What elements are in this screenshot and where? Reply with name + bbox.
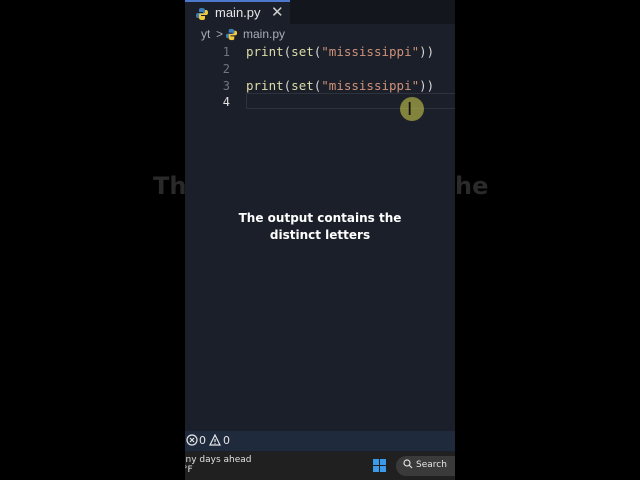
line-number: 3: [222, 79, 230, 93]
warning-triangle-icon[interactable]: [209, 433, 221, 449]
caption-line-2: distinct letters: [269, 228, 371, 242]
ghost-text-right: he: [455, 172, 489, 200]
line-number-active: 4: [222, 95, 230, 109]
python-icon: [195, 6, 209, 25]
search-icon: [403, 458, 413, 473]
weather-widget[interactable]: iny days ahead °F: [185, 455, 251, 475]
error-circle-icon[interactable]: [186, 434, 198, 449]
search-label: Search: [416, 460, 447, 470]
ibeam-cursor-icon: I: [407, 99, 413, 120]
breadcrumb-folder[interactable]: yt: [201, 27, 210, 41]
code-token-function: print: [246, 78, 284, 93]
breadcrumb-file[interactable]: main.py: [243, 27, 285, 41]
tab-main-py[interactable]: main.py ✕: [185, 0, 290, 24]
windows-logo-icon[interactable]: [373, 459, 387, 473]
tab-filename: main.py: [215, 5, 261, 20]
video-caption: The output contains the distinct letters: [185, 210, 455, 244]
weather-temperature: °F: [185, 465, 193, 475]
line-number: 2: [222, 62, 230, 76]
status-bar: 0 0: [185, 431, 455, 451]
code-line-1[interactable]: print(set("mississippi")): [246, 44, 434, 59]
close-icon[interactable]: ✕: [271, 3, 284, 21]
code-token-string: "mississippi": [321, 44, 420, 59]
ghost-text-left: Th: [153, 172, 187, 200]
code-token-function: print: [246, 44, 284, 59]
code-token-function: set: [291, 78, 314, 93]
weather-text: iny days ahead: [185, 455, 252, 465]
editor-screen: main.py ✕ yt > main.py 1 2 3 4 print(set…: [185, 0, 455, 480]
caption-line-1: The output contains the: [238, 211, 402, 225]
editor-tab-bar: main.py ✕: [185, 0, 455, 24]
python-icon: [225, 28, 238, 44]
code-token-function: set: [291, 44, 314, 59]
code-token-string: "mississippi": [321, 78, 420, 93]
code-token-paren: )): [419, 44, 435, 59]
code-line-3[interactable]: print(set("mississippi")): [246, 78, 434, 93]
line-number: 1: [222, 45, 230, 59]
breadcrumb-separator: >: [216, 27, 224, 41]
warning-count[interactable]: 0: [223, 434, 230, 447]
error-count[interactable]: 0: [199, 434, 206, 447]
code-token-paren: )): [419, 78, 435, 93]
windows-taskbar: iny days ahead °F Search: [185, 452, 455, 480]
taskbar-search[interactable]: Search: [396, 456, 455, 476]
